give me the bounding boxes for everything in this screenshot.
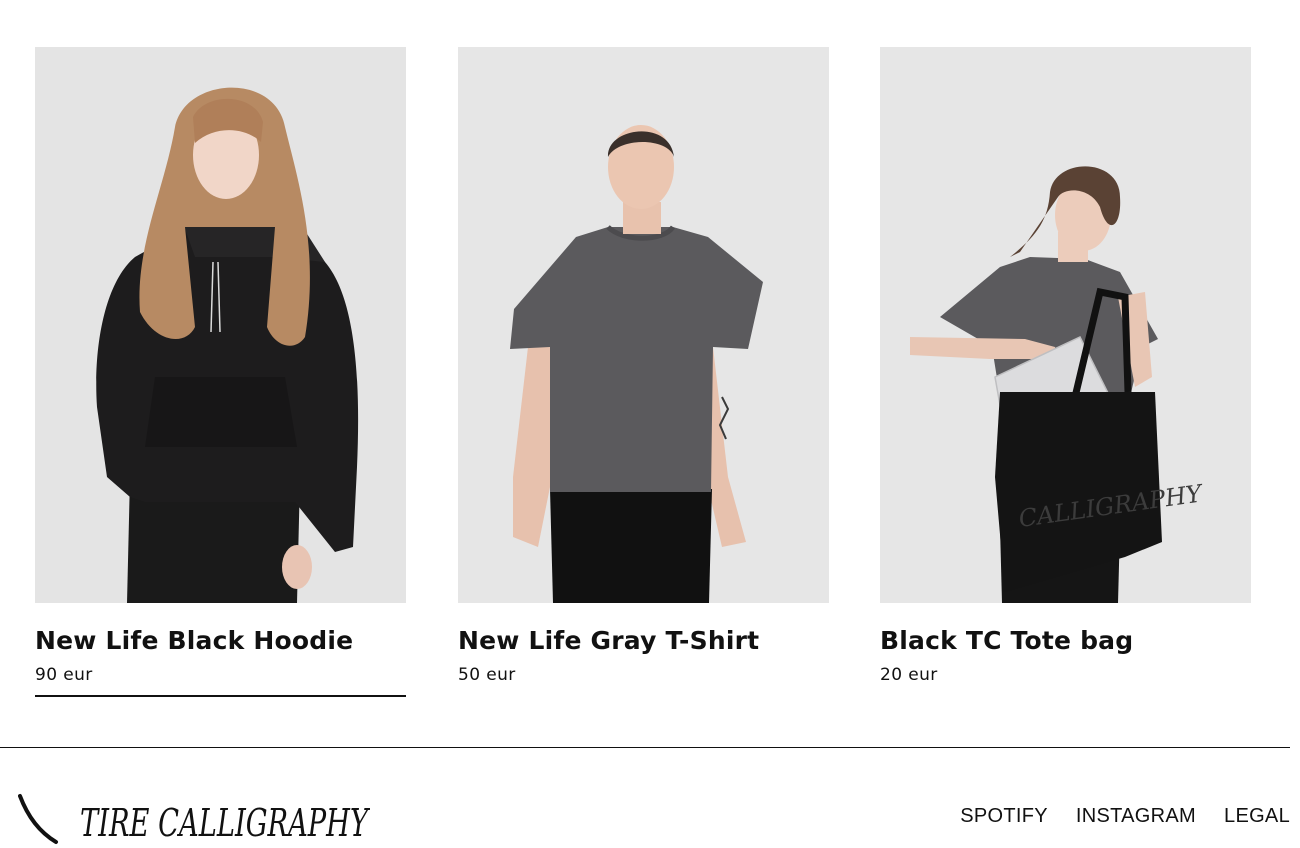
nav-link-instagram[interactable]: INSTAGRAM xyxy=(1076,805,1196,828)
nav-link-spotify[interactable]: SPOTIFY xyxy=(960,805,1048,828)
site-footer: TIRE CALLIGRAPHY SPOTIFY INSTAGRAM LEGAL xyxy=(0,748,1300,848)
product-card-tote[interactable]: CALLIGRAPHY Black TC Tote bag 20 eur xyxy=(880,47,1251,687)
product-image-hoodie[interactable] xyxy=(35,47,406,603)
product-title[interactable]: Black TC Tote bag xyxy=(880,625,1251,657)
hover-underline xyxy=(35,695,406,697)
tote-photo: CALLIGRAPHY xyxy=(880,47,1251,603)
brand-wordmark: TIRE CALLIGRAPHY xyxy=(80,801,370,845)
footer-nav: SPOTIFY INSTAGRAM LEGAL xyxy=(960,805,1290,828)
product-card-tshirt[interactable]: New Life Gray T-Shirt 50 eur xyxy=(458,47,829,687)
product-price: 50 eur xyxy=(458,665,516,685)
tshirt-photo xyxy=(458,47,829,603)
product-title[interactable]: New Life Black Hoodie xyxy=(35,625,406,657)
hoodie-photo xyxy=(35,47,406,603)
product-image-tote[interactable]: CALLIGRAPHY xyxy=(880,47,1251,603)
product-title[interactable]: New Life Gray T-Shirt xyxy=(458,625,829,657)
product-grid: New Life Black Hoodie 90 eur New Life Gr… xyxy=(35,47,1251,707)
nav-link-legal[interactable]: LEGAL xyxy=(1224,805,1290,828)
product-price: 90 eur xyxy=(35,665,93,685)
product-image-tshirt[interactable] xyxy=(458,47,829,603)
tire-calligraphy-logo: TIRE CALLIGRAPHY xyxy=(18,794,370,845)
product-price: 20 eur xyxy=(880,665,938,685)
brand-logo[interactable]: TIRE CALLIGRAPHY xyxy=(18,792,370,846)
product-card-hoodie[interactable]: New Life Black Hoodie 90 eur xyxy=(35,47,406,697)
